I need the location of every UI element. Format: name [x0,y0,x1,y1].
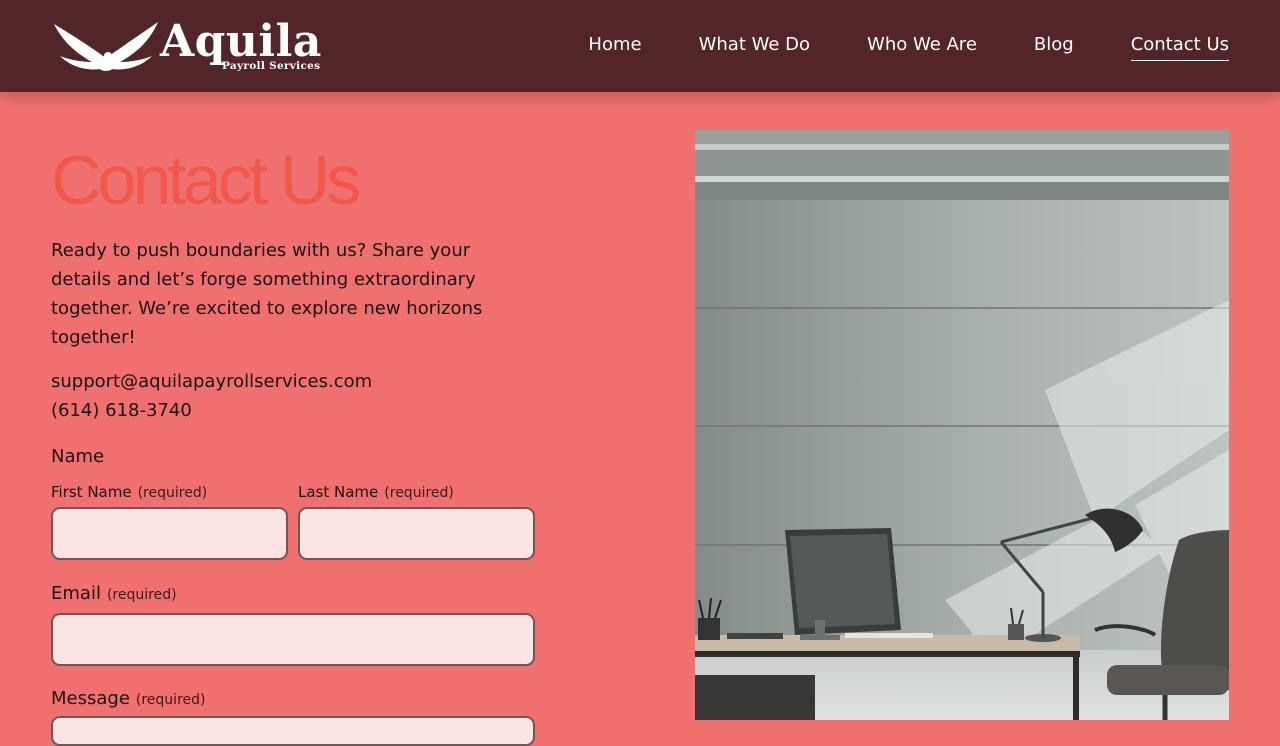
first-name-input[interactable] [51,507,288,560]
email-input[interactable] [51,613,535,666]
message-required: (required) [135,692,206,708]
email-label-text: Email [51,583,101,604]
nav-blog[interactable]: Blog [1034,32,1074,61]
nav-contact-us[interactable]: Contact Us [1130,32,1229,61]
contact-intro: Contact Us Ready to push boundaries with… [51,130,541,425]
email-label: Email (required) [51,583,177,604]
contact-email[interactable]: support@aquilapayrollservices.com [51,367,541,396]
contact-phone[interactable]: (614) 618-3740 [51,396,541,425]
nav-who-we-are[interactable]: Who We Are [867,32,977,61]
first-name-required: (required) [137,485,208,501]
last-name-input[interactable] [298,507,535,560]
brand-logo[interactable]: Aquila Payroll Services [52,16,322,76]
eagle-logo-icon [54,22,158,71]
message-textarea[interactable] [51,716,535,746]
first-name-label: First Name (required) [51,483,207,501]
last-name-label-text: Last Name [298,483,379,501]
nav-what-we-do[interactable]: What We Do [699,32,810,61]
last-name-label: Last Name (required) [298,483,454,501]
message-label-text: Message [51,688,130,709]
intro-text: Ready to push boundaries with us? Share … [51,240,483,348]
main-nav: Home What We Do Who We Are Blog Contact … [588,32,1229,61]
page-title: Contact Us [51,141,361,219]
last-name-required: (required) [384,485,454,501]
contact-details: support@aquilapayrollservices.com (614) … [51,367,541,425]
nav-home[interactable]: Home [588,32,641,61]
office-desk-image [695,130,1229,720]
first-name-label-text: First Name [51,483,132,501]
brand-subtitle: Payroll Services [222,60,321,72]
name-group-label: Name [51,446,105,467]
email-required: (required) [106,587,177,603]
message-label: Message (required) [51,688,205,709]
site-header: Aquila Payroll Services Home What We Do … [0,0,1280,92]
